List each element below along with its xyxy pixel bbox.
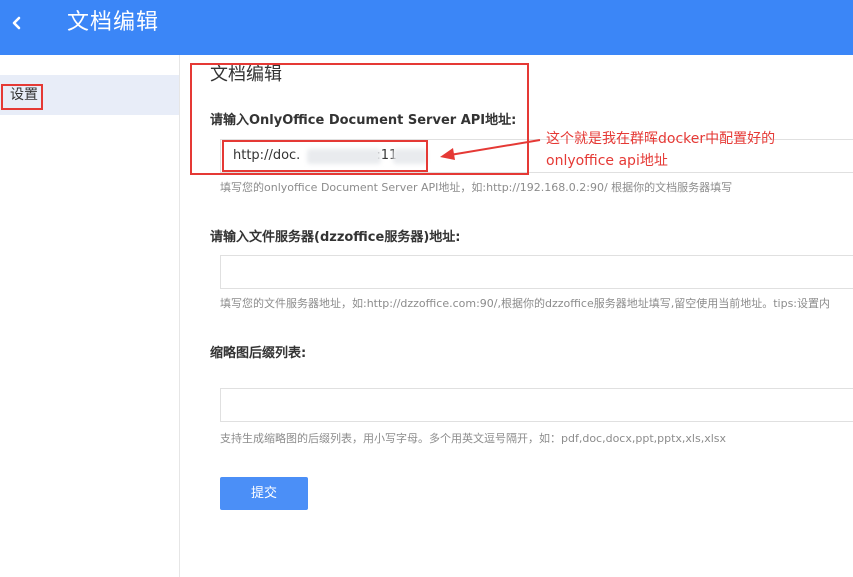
annotation-line: onlyoffice api地址 bbox=[546, 153, 668, 169]
chevron-left-icon bbox=[12, 16, 21, 30]
back-button[interactable] bbox=[4, 10, 30, 36]
file-server-input[interactable] bbox=[220, 255, 853, 289]
api-address-hint: 填写您的onlyoffice Document Server API地址，如:h… bbox=[220, 181, 733, 194]
app-title: 文档编辑 bbox=[67, 10, 160, 35]
thumbnail-suffix-hint: 支持生成缩略图的后缀列表，用小写字母。多个用英文逗号隔开，如：pdf,doc,d… bbox=[220, 432, 727, 445]
sidebar: 设置 bbox=[0, 55, 180, 577]
submit-button[interactable]: 提交 bbox=[220, 477, 308, 510]
annotation-box-input bbox=[222, 140, 428, 172]
file-server-hint: 填写您的文件服务器地址，如:http://dzzoffice.com:90/,根… bbox=[220, 297, 831, 310]
thumbnail-suffix-label: 缩略图后缀列表: bbox=[210, 346, 307, 361]
annotation-box-sidebar bbox=[1, 84, 43, 110]
annotation-line: 这个就是我在群晖docker中配置好的 bbox=[546, 131, 776, 147]
thumbnail-suffix-input[interactable] bbox=[220, 388, 853, 422]
top-bar: 文档编辑 bbox=[0, 0, 853, 55]
file-server-label: 请输入文件服务器(dzzoffice服务器)地址: bbox=[210, 230, 461, 245]
annotation-text: 这个就是我在群晖docker中配置好的 onlyoffice api地址 bbox=[546, 128, 846, 172]
